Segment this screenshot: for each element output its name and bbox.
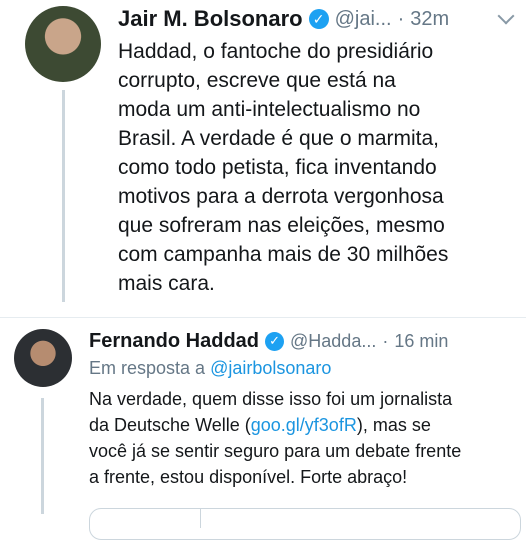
tweet-text-line: da Deutsche Welle (goo.gl/yf3ofR), mas s… xyxy=(89,412,519,438)
separator-dot: · xyxy=(397,7,405,30)
card-separator xyxy=(200,508,201,528)
tweet-text-segment: ), mas se xyxy=(356,415,431,435)
verified-badge-icon: ✓ xyxy=(308,9,329,29)
tweet-header: Fernando Haddad ✓ @Hadda... · 16 min xyxy=(89,327,448,355)
tweet-text-line: mais cara. xyxy=(118,272,215,295)
tweet-text-line: Brasil. A verdade é que o marmita, xyxy=(118,127,439,150)
tweet-text-line: motivos para a derrota vergonhosa xyxy=(118,185,444,208)
reply-mention-link[interactable]: @jairbolsonaro xyxy=(210,358,331,378)
tweet-text-line: a frente, estou disponível. Forte abraço… xyxy=(89,467,408,487)
tweet-text-segment: da Deutsche Welle ( xyxy=(89,415,251,435)
author-name[interactable]: Fernando Haddad xyxy=(89,330,259,353)
avatar[interactable] xyxy=(14,329,72,387)
tweet-text-line: você já se sentir seguro para um debate … xyxy=(89,441,462,461)
tweet-text-line: Haddad, o fantoche do presidiário xyxy=(118,40,434,63)
tweet-text-line: moda um anti-intelectualismo no xyxy=(118,98,421,121)
timestamp[interactable]: 16 min xyxy=(394,331,448,352)
tweet-bolsonaro[interactable]: Jair M. Bolsonaro ✓ @jai... · 32m Haddad… xyxy=(0,0,526,318)
tweet-text-line: que sofreram nas eleições, mesmo xyxy=(118,214,445,237)
avatar[interactable] xyxy=(25,6,101,82)
separator-dot: · xyxy=(382,330,389,351)
tweet-text: Haddad, o fantoche do presidiário corrup… xyxy=(118,37,518,298)
reply-prefix: Em resposta a xyxy=(89,358,206,378)
reply-context: Em resposta a @jairbolsonaro xyxy=(89,358,331,379)
timestamp[interactable]: 32m xyxy=(410,8,449,31)
tweet-text: Na verdade, quem disse isso foi um jorna… xyxy=(89,386,519,490)
tweet-text-line: como todo petista, fica inventando xyxy=(118,156,437,179)
chevron-down-icon[interactable] xyxy=(497,7,515,25)
verified-badge-icon: ✓ xyxy=(265,331,285,351)
thread-line xyxy=(41,398,44,514)
author-handle[interactable]: @jai... xyxy=(335,8,392,31)
tweet-text-line: corrupto, escreve que está na xyxy=(118,69,396,92)
tweet-text-line: com campanha mais de 30 milhões xyxy=(118,243,449,266)
quoted-tweet-card[interactable] xyxy=(89,508,521,540)
tweet-text-line: Na verdade, quem disse isso foi um jorna… xyxy=(89,389,453,409)
author-name[interactable]: Jair M. Bolsonaro xyxy=(118,6,303,32)
thread-line xyxy=(62,90,65,302)
tweet-link[interactable]: goo.gl/yf3ofR xyxy=(251,415,357,435)
author-handle[interactable]: @Hadda... xyxy=(290,331,376,352)
tweet-header: Jair M. Bolsonaro ✓ @jai... · 32m xyxy=(118,4,449,34)
